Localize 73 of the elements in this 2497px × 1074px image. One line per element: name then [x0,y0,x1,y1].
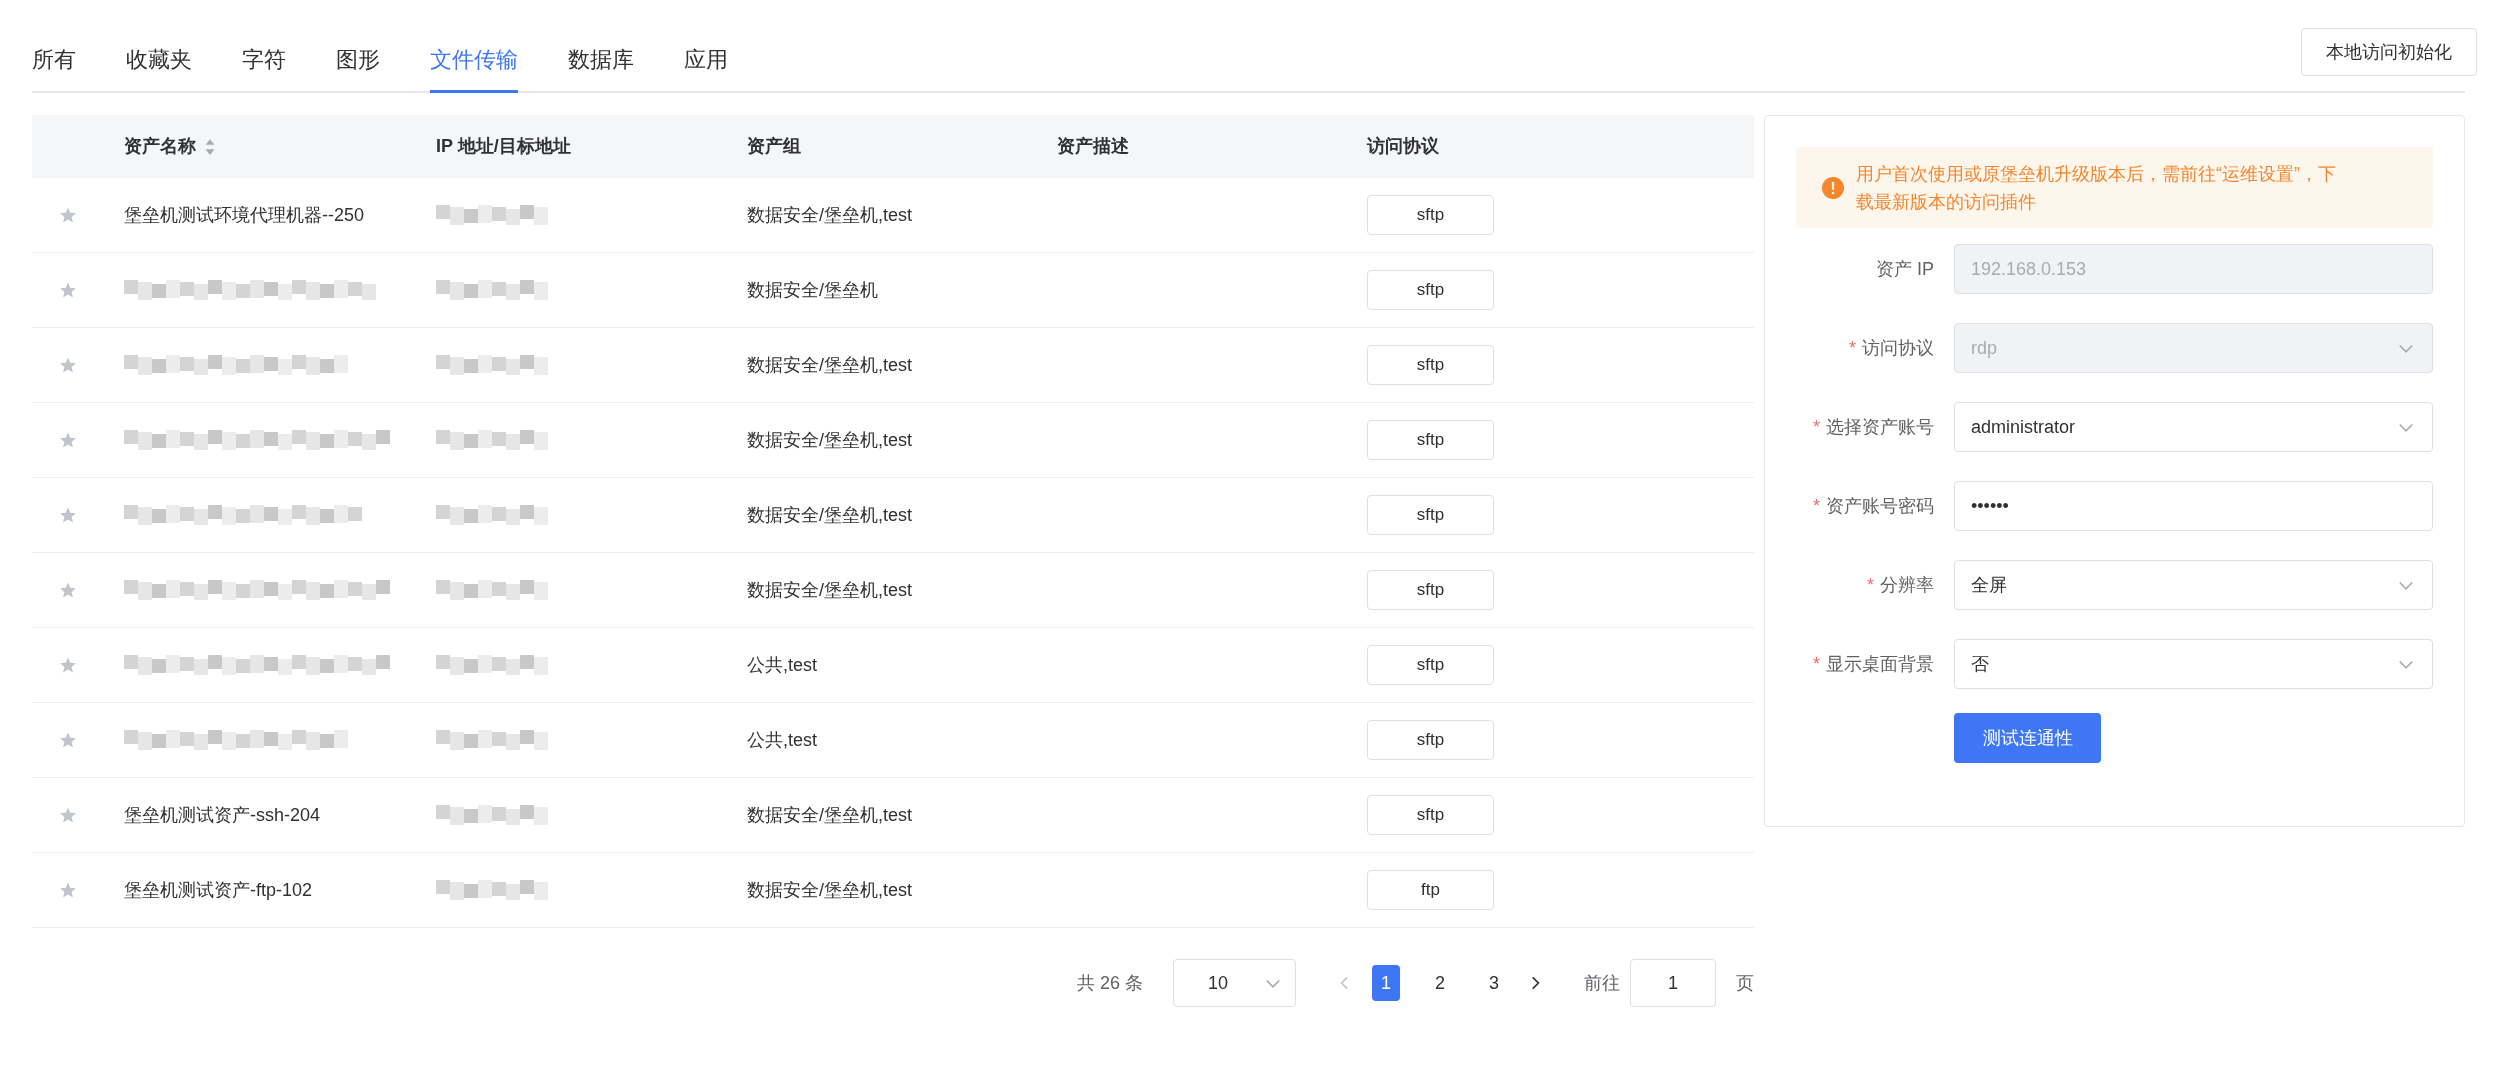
tab[interactable]: 文件传输 [430,43,518,93]
field-label: 资产 IP [1876,257,1934,281]
table-cell: 数据安全/堡垒机,test [747,504,912,525]
column-header: 资产组 [747,135,801,158]
star-icon[interactable] [58,206,77,224]
page-suffix: 页 [1736,971,1754,995]
table-cell: 数据安全/堡垒机,test [747,354,912,375]
total-count: 共 26 条 [1076,971,1143,995]
field-label: 显示桌面背景 [1826,652,1934,676]
star-icon[interactable] [58,431,77,449]
star-icon[interactable] [58,281,77,299]
protocol-tag: sftp [1367,570,1494,610]
table-cell: 数据安全/堡垒机,test [747,204,912,225]
required-asterisk: * [1813,494,1820,518]
star-icon[interactable] [58,881,77,899]
page-button[interactable]: 3 [1480,965,1508,1001]
table-cell: 数据安全/堡垒机,test [747,879,912,900]
protocol-tag: sftp [1367,495,1494,535]
required-asterisk: * [1867,573,1874,597]
field-label: 选择资产账号 [1826,415,1934,439]
table-cell: 公共,test [747,729,817,750]
tab[interactable]: 图形 [336,43,380,93]
required-asterisk: * [1813,415,1820,439]
required-asterisk: * [1849,336,1856,360]
table-cell: 堡垒机测试资产-ftp-102 [124,879,313,900]
table-cell: 公共,test [747,654,817,675]
star-icon[interactable] [58,581,77,599]
tab[interactable]: 字符 [242,43,286,93]
init-button[interactable]: 本地访问初始化 [2301,28,2477,76]
protocol-tag: sftp [1367,270,1494,310]
table-cell: 数据安全/堡垒机 [747,279,878,300]
field-label: 访问协议 [1862,336,1934,360]
star-icon[interactable] [58,656,77,674]
select-field[interactable]: 否 [1954,639,2433,689]
select-field[interactable]: 全屏 [1954,560,2433,610]
page-button[interactable]: 2 [1426,965,1454,1001]
alert-text: 用户首次使用或原堡垒机升级版本后，需前往“运维设置”，下载最新版本的访问插件 [1856,162,2337,214]
protocol-tag: sftp [1367,645,1494,685]
tab[interactable]: 所有 [32,43,76,93]
tab[interactable]: 收藏夹 [126,43,192,93]
table-cell: 数据安全/堡垒机,test [747,804,912,825]
warning-icon [1822,176,1844,199]
page-button[interactable]: 1 [1372,965,1400,1001]
star-icon[interactable] [58,356,77,374]
tab[interactable]: 应用 [684,43,728,93]
star-icon[interactable] [58,731,77,749]
goto-page-field[interactable]: 1 [1630,959,1716,1007]
star-icon[interactable] [58,806,77,824]
table-cell: 堡垒机测试环境代理机器--250 [124,204,365,225]
table-cell: 堡垒机测试资产-ssh-204 [124,804,321,825]
select-field[interactable]: administrator [1954,402,2433,452]
protocol-tag: sftp [1367,195,1494,235]
protocol-tag: ftp [1367,870,1494,910]
column-header: 访问协议 [1367,135,1439,158]
field-label: 分辨率 [1880,573,1934,597]
page-size-select[interactable]: 10 [1173,959,1296,1007]
protocol-tag: sftp [1367,795,1494,835]
column-header: 资产名称 [124,135,196,158]
star-icon[interactable] [58,506,77,524]
tab[interactable]: 数据库 [568,43,634,93]
required-asterisk: * [1813,652,1820,676]
table-cell: 数据安全/堡垒机,test [747,579,912,600]
column-header: 资产描述 [1057,135,1129,158]
protocol-tag: sftp [1367,420,1494,460]
sort-icon[interactable] [204,137,216,156]
goto-label: 前往 [1584,971,1620,995]
test-connection-button[interactable]: 测试连通性 [1954,713,2101,763]
field-label: 资产账号密码 [1826,494,1934,518]
table-cell: 数据安全/堡垒机,test [747,429,912,450]
protocol-tag: sftp [1367,345,1494,385]
protocol-tag: sftp [1367,720,1494,760]
column-header: IP 地址/目标地址 [436,135,571,158]
input-field[interactable]: •••••• [1954,481,2433,531]
